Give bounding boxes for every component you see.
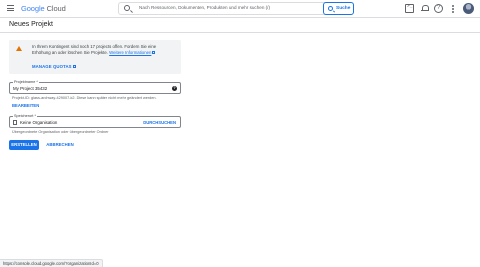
page-title: Neues Projekt: [9, 21, 53, 28]
alert-text: In Ihrem Kontingent sind noch 17 project…: [32, 44, 172, 56]
search-placeholder: Nach Ressourcen, Dokumenten, Produkten u…: [139, 5, 270, 10]
bell-icon[interactable]: [420, 4, 429, 13]
external-link-icon: [72, 65, 76, 69]
top-app-bar: Google Cloud Nach Ressourcen, Dokumenten…: [0, 0, 480, 18]
location-hint: Übergeordnete Organisation oder übergeor…: [12, 130, 109, 134]
manage-quotas-label: MANAGE QUOTAS: [32, 64, 72, 69]
browse-button[interactable]: DURCHSUCHEN: [143, 120, 176, 125]
search-button-label: Suche: [336, 5, 351, 11]
quota-alert: In Ihrem Kontingent sind noch 17 project…: [9, 40, 181, 74]
logo-product: Cloud: [46, 4, 66, 13]
more-vert-icon[interactable]: [451, 5, 454, 13]
location-label: Speicherort *: [13, 114, 37, 118]
project-name-value[interactable]: My Project 35432: [13, 86, 47, 91]
search-button-icon: [328, 6, 333, 11]
location-value: Keine Organisation: [20, 120, 58, 125]
help-icon[interactable]: [434, 4, 443, 13]
search-icon: [124, 5, 130, 11]
location-field[interactable]: Speicherort * Keine Organisation DURCHSU…: [9, 114, 181, 128]
title-divider: [0, 32, 480, 33]
terminal-icon[interactable]: [405, 4, 414, 13]
create-button[interactable]: ERSTELLEN: [9, 140, 39, 150]
hamburger-icon[interactable]: [7, 5, 14, 11]
google-cloud-logo[interactable]: Google Cloud: [21, 4, 66, 13]
project-name-label: Projektname *: [13, 80, 39, 84]
project-id-hint: Projekt-ID: glass-archway-429007-k2. Die…: [12, 96, 157, 100]
status-bar-url: https://console.cloud.google.com/?organi…: [0, 259, 103, 267]
project-name-field[interactable]: Projektname * My Project 35432: [9, 80, 181, 94]
organization-icon: [13, 120, 17, 125]
warning-icon: [16, 46, 22, 51]
logo-word: Google: [21, 4, 45, 13]
help-icon[interactable]: [172, 85, 177, 91]
search-input[interactable]: Nach Ressourcen, Dokumenten, Produkten u…: [118, 2, 354, 15]
learn-more-link[interactable]: Weitere Informationen: [109, 50, 151, 55]
avatar[interactable]: [463, 3, 474, 14]
edit-project-id-button[interactable]: BEARBEITEN: [12, 103, 39, 108]
manage-quotas-link[interactable]: MANAGE QUOTAS: [32, 64, 76, 69]
external-link-icon: [152, 51, 156, 55]
search-button[interactable]: Suche: [323, 2, 354, 15]
cancel-button[interactable]: ABBRECHEN: [45, 140, 75, 150]
